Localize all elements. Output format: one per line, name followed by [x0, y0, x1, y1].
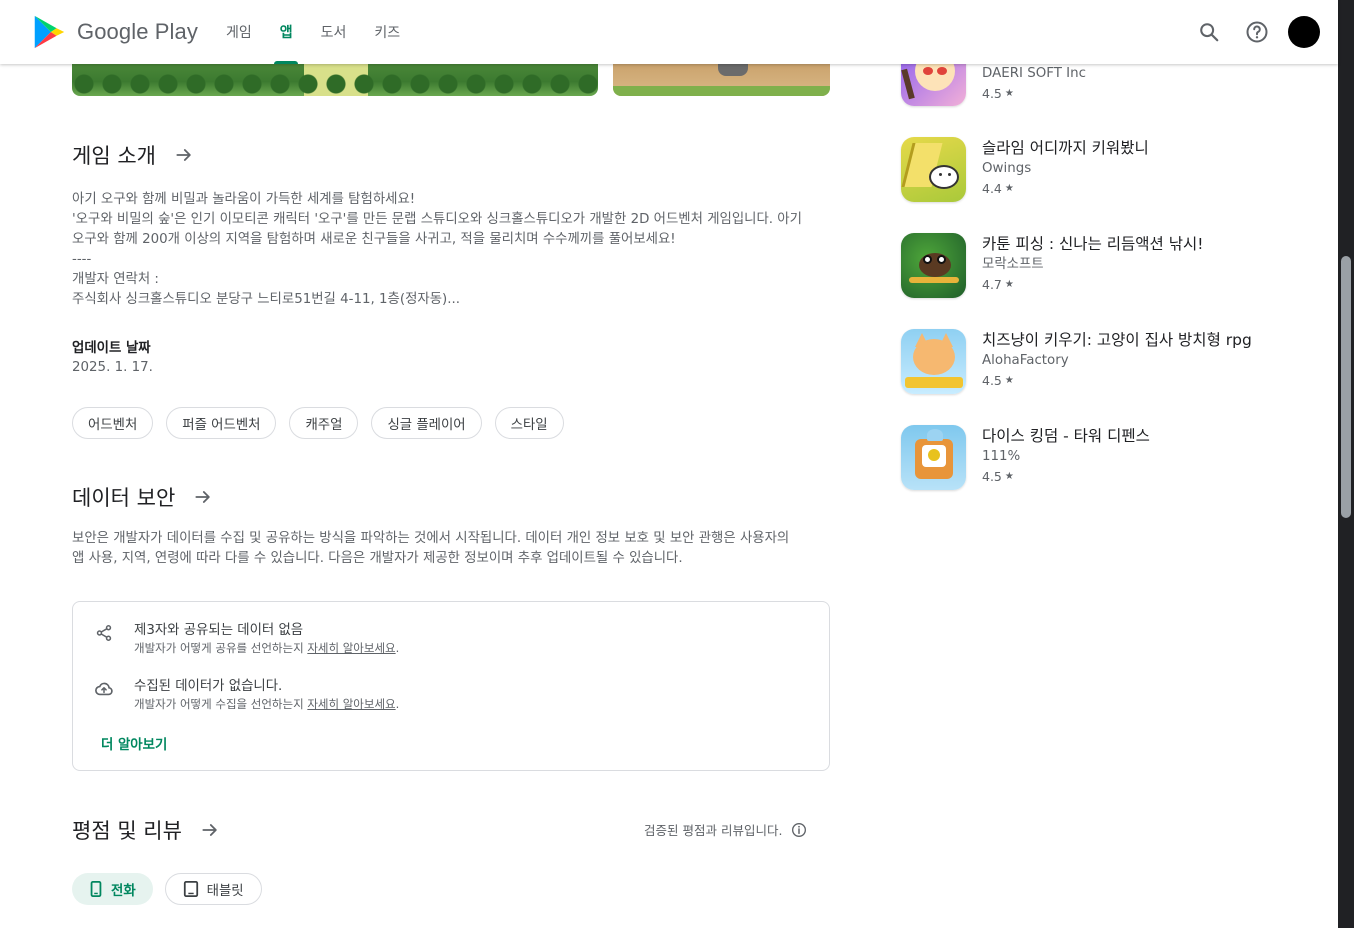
play-logo-icon: [34, 15, 65, 49]
description-line: 주식회사 싱크홀스튜디오 분당구 느티로51번길 4-11, 1층(정자동)..…: [72, 292, 461, 307]
app-developer: DAERI SOFT Inc: [982, 66, 1086, 81]
description-line: ----: [72, 252, 92, 267]
tablet-icon: [183, 881, 198, 897]
nav-tab-games[interactable]: 게임: [212, 0, 266, 64]
app-icon: [901, 233, 966, 298]
tag-chip[interactable]: 캐주얼: [289, 407, 359, 439]
app-developer: Owings: [982, 161, 1032, 176]
app-rating: 4.7 ★: [982, 277, 1014, 292]
description-line: 앱 사용, 지역, 연령에 따라 다를 수 있습니다. 다음은 개발자가 제공한…: [72, 551, 683, 566]
tag-chip[interactable]: 스타일: [494, 407, 564, 439]
top-app-bar: Google Play 게임 앱 도서 키즈: [0, 0, 1338, 64]
similar-app-item[interactable]: 슬라임 어디까지 키워봤니 Owings 4.4 ★: [901, 137, 1321, 202]
similar-app-item[interactable]: 치즈냥이 키우기: 고양이 집사 방치형 rpg AlohaFactory 4.…: [901, 329, 1321, 394]
device-tab-tablet[interactable]: 태블릿: [164, 873, 262, 905]
device-tab-label: 전화: [111, 884, 136, 899]
app-name: 치즈냥이 키우기: 고양이 집사 방치형 rpg: [982, 331, 1252, 349]
scrollbar-thumb[interactable]: [1341, 256, 1351, 518]
app-developer: AlohaFactory: [982, 353, 1069, 368]
phone-icon: [90, 881, 102, 897]
app-icon: [901, 137, 966, 202]
logo-text: Google Play: [77, 19, 198, 44]
updated-date: 2025. 1. 17.: [72, 360, 153, 375]
description-line: 개발자 연락처 :: [72, 272, 159, 287]
data-safety-item-subtitle: 개발자가 어떻게 수집을 선언하는지 자세히 알아보세요.: [134, 697, 400, 711]
about-game-heading[interactable]: 게임 소개: [72, 140, 194, 170]
app-name: 다이스 킹덤 - 타워 디펜스: [982, 427, 1150, 445]
description-line: '오구와 비밀의 숲'은 인기 이모티콘 캐릭터 '오구'를 만든 문랩 스튜디…: [72, 212, 802, 227]
data-safety-description: 보안은 개발자가 데이터를 수집 및 공유하는 방식을 파악하는 것에서 시작됩…: [72, 529, 832, 569]
star-icon: ★: [1004, 471, 1014, 482]
app-developer: 모락소프트: [982, 257, 1044, 272]
updated-label: 업데이트 날짜: [72, 341, 151, 356]
learn-more-link[interactable]: 자세히 알아보세요: [307, 641, 395, 655]
app-icon: [901, 329, 966, 394]
data-safety-heading[interactable]: 데이터 보안: [72, 482, 213, 512]
app-name: 카툰 피싱 : 신나는 리듬액션 낚시!: [982, 235, 1204, 253]
tag-chip[interactable]: 퍼즐 어드벤처: [166, 407, 277, 439]
data-safety-item-title: 제3자와 공유되는 데이터 없음: [134, 623, 304, 638]
tag-chip[interactable]: 싱글 플레이어: [371, 407, 482, 439]
data-safety-card: 제3자와 공유되는 데이터 없음 개발자가 어떻게 공유를 선언하는지 자세히 …: [72, 601, 830, 771]
arrow-right-icon: [200, 820, 220, 840]
account-avatar[interactable]: [1288, 16, 1320, 48]
app-rating: 4.5 ★: [982, 86, 1014, 101]
star-icon: ★: [1004, 88, 1014, 99]
google-play-logo[interactable]: Google Play: [30, 13, 198, 51]
header-actions: [1178, 15, 1320, 49]
category-tags: 어드벤처 퍼즐 어드벤처 캐주얼 싱글 플레이어 스타일: [72, 407, 577, 439]
search-button[interactable]: [1192, 15, 1226, 49]
main-nav: 게임 앱 도서 키즈: [212, 0, 414, 64]
search-icon: [1200, 23, 1219, 42]
app-icon: [901, 425, 966, 490]
share-icon: [93, 622, 115, 644]
app-rating: 4.5 ★: [982, 373, 1014, 388]
nav-tab-books[interactable]: 도서: [307, 0, 361, 64]
star-icon: ★: [1004, 183, 1014, 194]
help-button[interactable]: [1240, 15, 1274, 49]
similar-app-item[interactable]: 카툰 피싱 : 신나는 리듬액션 낚시! 모락소프트 4.7 ★: [901, 233, 1321, 298]
description-line: 보안은 개발자가 데이터를 수집 및 공유하는 방식을 파악하는 것에서 시작됩…: [72, 531, 790, 546]
device-tab-phone[interactable]: 전화: [72, 873, 153, 905]
page-scrollbar[interactable]: [1338, 0, 1354, 928]
arrow-right-icon: [174, 145, 194, 165]
nav-tab-kids[interactable]: 키즈: [360, 0, 414, 64]
description-line: 아기 오구와 함께 비밀과 놀라움이 가득한 세계를 탐험하세요!: [72, 192, 416, 207]
star-icon: ★: [1004, 279, 1014, 290]
about-game-title: 게임 소개: [72, 144, 156, 168]
tag-chip[interactable]: 어드벤처: [72, 407, 154, 439]
star-icon: ★: [1004, 375, 1014, 386]
learn-more-link[interactable]: 자세히 알아보세요: [307, 697, 395, 711]
screenshot-2[interactable]: [613, 60, 830, 96]
description-line: 오구와 함께 200개 이상의 지역을 탐험하며 새로운 친구들을 사귀고, 적…: [72, 232, 676, 247]
nav-tab-apps[interactable]: 앱: [266, 0, 307, 64]
similar-app-item[interactable]: 다이스 킹덤 - 타워 디펜스 111% 4.5 ★: [901, 425, 1321, 490]
app-name: 슬라임 어디까지 키워봤니: [982, 139, 1149, 157]
app-rating: 4.5 ★: [982, 469, 1014, 484]
help-icon: [1246, 21, 1268, 43]
arrow-right-icon: [193, 487, 213, 507]
device-tab-label: 태블릿: [206, 884, 244, 899]
screenshot-1[interactable]: [72, 60, 598, 96]
ratings-heading[interactable]: 평점 및 리뷰: [72, 815, 220, 845]
app-rating: 4.4 ★: [982, 181, 1014, 196]
about-game-description: 아기 오구와 함께 비밀과 놀라움이 가득한 세계를 탐험하세요! '오구와 비…: [72, 190, 832, 310]
verified-text: 검증된 평점과 리뷰입니다.: [644, 823, 783, 838]
data-safety-item: 제3자와 공유되는 데이터 없음 개발자가 어떻게 공유를 선언하는지 자세히 …: [93, 622, 399, 656]
ratings-title: 평점 및 리뷰: [72, 819, 182, 843]
data-safety-item: 수집된 데이터가 없습니다. 개발자가 어떻게 수집을 선언하는지 자세히 알아…: [93, 678, 399, 712]
see-details-link[interactable]: 더 알아보기: [101, 733, 167, 753]
data-safety-item-subtitle: 개발자가 어떻게 공유를 선언하는지 자세히 알아보세요.: [134, 641, 400, 655]
data-safety-title: 데이터 보안: [72, 486, 176, 510]
cloud-upload-icon: [93, 678, 115, 700]
data-safety-item-title: 수집된 데이터가 없습니다.: [134, 679, 283, 694]
info-icon[interactable]: [791, 822, 807, 838]
verified-ratings-note: 검증된 평점과 리뷰입니다.: [644, 820, 807, 839]
app-developer: 111%: [982, 449, 1021, 464]
device-filter: 전화 태블릿: [72, 873, 274, 905]
